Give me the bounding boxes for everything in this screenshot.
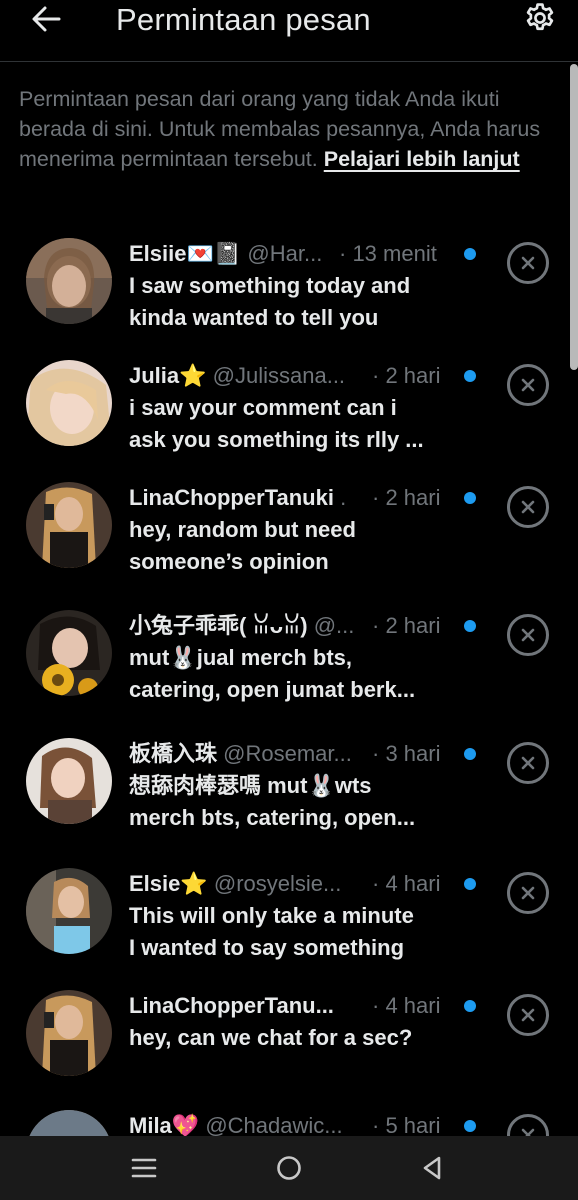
avatar[interactable] <box>26 990 112 1076</box>
unread-dot-icon <box>464 878 476 890</box>
nav-back-button[interactable] <box>410 1148 454 1188</box>
message-preview: i saw your comment can i ask you somethi… <box>129 392 449 456</box>
close-circle-icon <box>521 1008 535 1022</box>
sender-handle: . <box>340 485 347 510</box>
home-button[interactable] <box>267 1148 311 1188</box>
preview-line: hey, can we chat for a sec? <box>129 1025 413 1050</box>
close-circle-icon <box>521 756 535 770</box>
preview-line: catering, open jumat berk... <box>129 677 416 702</box>
sender-name: Julia⭐ <box>129 363 207 388</box>
learn-more-link[interactable]: Pelajari lebih lanjut <box>324 147 520 171</box>
sender-handle: @Har... <box>247 241 323 266</box>
dismiss-request-button[interactable] <box>507 486 549 528</box>
message-request-row[interactable]: LinaChopperTanuki . · 2 hari hey, random… <box>0 476 578 598</box>
timestamp: · 2 hari <box>372 613 441 638</box>
message-request-row[interactable]: 小兔子乖乖( ꈍᴗꈍ) @... · 2 hari mut🐰jual merch… <box>0 604 578 726</box>
sender-name: 板橋入珠 <box>129 741 218 766</box>
unread-dot-icon <box>464 370 476 382</box>
preview-line: This will only take a minute <box>129 903 414 928</box>
avatar[interactable] <box>26 868 112 954</box>
dismiss-request-button[interactable] <box>507 742 549 784</box>
close-circle-icon <box>521 378 535 392</box>
preview-line: kinda wanted to tell you <box>129 305 379 330</box>
arrow-left-icon <box>32 6 61 32</box>
preview-line: someone’s opinion <box>129 549 329 574</box>
close-circle-icon <box>521 500 535 514</box>
message-request-row[interactable]: Julia⭐ @Julissana... · 2 hari i saw your… <box>0 354 578 476</box>
message-preview: hey, random but need someone’s opinion <box>129 514 449 578</box>
timestamp: · 2 hari <box>372 363 441 388</box>
system-navigation-bar <box>0 1136 578 1200</box>
sender-handle: @... <box>313 613 355 638</box>
sender-name: Mila💖 <box>129 1113 200 1138</box>
avatar[interactable] <box>26 482 112 568</box>
timestamp: · 3 hari <box>372 741 441 766</box>
page-title: Permintaan pesan <box>116 2 371 37</box>
sender-handle: @Julissana... <box>212 363 346 388</box>
dismiss-request-button[interactable] <box>507 242 549 284</box>
unread-dot-icon <box>464 492 476 504</box>
timestamp: · 4 hari <box>372 993 441 1018</box>
message-request-row[interactable]: LinaChopperTanu... · 4 hari hey, can we … <box>0 984 578 1106</box>
preview-line: 想舔肉棒瑟嗎 mut🐰wts <box>129 773 372 798</box>
message-request-row[interactable]: Elsiie💌📓 @Har... · 13 menit I saw someth… <box>0 232 578 354</box>
recent-apps-icon <box>131 1158 157 1178</box>
dismiss-request-button[interactable] <box>507 614 549 656</box>
message-preview: I saw something today and kinda wanted t… <box>129 270 449 334</box>
avatar[interactable] <box>26 610 112 696</box>
message-request-row[interactable]: Elsie⭐ @rosyelsie... · 4 hari This will … <box>0 862 578 984</box>
preview-line: i saw your comment can i <box>129 395 397 420</box>
dismiss-request-button[interactable] <box>507 994 549 1036</box>
unread-dot-icon <box>464 1120 476 1132</box>
sender-name: Elsiie💌📓 <box>129 241 242 266</box>
gear-icon <box>526 3 554 31</box>
back-button[interactable] <box>28 3 64 35</box>
timestamp: · 4 hari <box>372 871 441 896</box>
message-preview: mut🐰jual merch bts, catering, open jumat… <box>129 642 449 706</box>
unread-dot-icon <box>464 248 476 260</box>
sender-name: LinaChopperTanuki <box>129 485 334 510</box>
message-preview: 想舔肉棒瑟嗎 mut🐰wts merch bts, catering, open… <box>129 770 449 834</box>
top-app-bar: Permintaan pesan <box>0 0 578 62</box>
unread-dot-icon <box>464 1000 476 1012</box>
sender-name: 小兔子乖乖( ꈍᴗꈍ) <box>129 613 308 638</box>
unread-dot-icon <box>464 748 476 760</box>
preview-line: merch bts, catering, open... <box>129 805 416 830</box>
sender-name: Elsie⭐ <box>129 871 208 896</box>
preview-line: I saw something today and <box>129 273 411 298</box>
sender-handle: @Chadawic... <box>205 1113 343 1138</box>
info-text: Permintaan pesan dari orang yang tidak A… <box>19 84 559 174</box>
sender-name: LinaChopperTanu... <box>129 993 334 1018</box>
avatar[interactable] <box>26 738 112 824</box>
sender-handle: @Rosemar... <box>223 741 352 766</box>
close-circle-icon <box>521 628 535 642</box>
preview-line: hey, random but need <box>129 517 356 542</box>
message-request-row[interactable]: 板橋入珠 @Rosemar... · 3 hari 想舔肉棒瑟嗎 mut🐰wts… <box>0 732 578 854</box>
close-circle-icon <box>521 886 535 900</box>
home-circle-icon <box>277 1156 301 1180</box>
sender-handle: @rosyelsie... <box>213 871 342 896</box>
preview-line: ask you something its rlly ... <box>129 427 424 452</box>
unread-dot-icon <box>464 620 476 632</box>
avatar[interactable] <box>26 360 112 446</box>
timestamp: · 2 hari <box>372 485 441 510</box>
preview-line: I wanted to say something <box>129 935 405 960</box>
dismiss-request-button[interactable] <box>507 872 549 914</box>
recent-apps-button[interactable] <box>122 1148 166 1188</box>
avatar[interactable] <box>26 238 112 324</box>
dismiss-request-button[interactable] <box>507 364 549 406</box>
back-triangle-icon <box>423 1156 441 1180</box>
message-preview: This will only take a minute I wanted to… <box>129 900 449 964</box>
close-circle-icon <box>521 256 535 270</box>
preview-line: mut🐰jual merch bts, <box>129 645 352 670</box>
message-preview: hey, can we chat for a sec? <box>129 1022 449 1054</box>
timestamp: · 13 menit <box>339 241 437 266</box>
settings-button[interactable] <box>522 0 558 36</box>
